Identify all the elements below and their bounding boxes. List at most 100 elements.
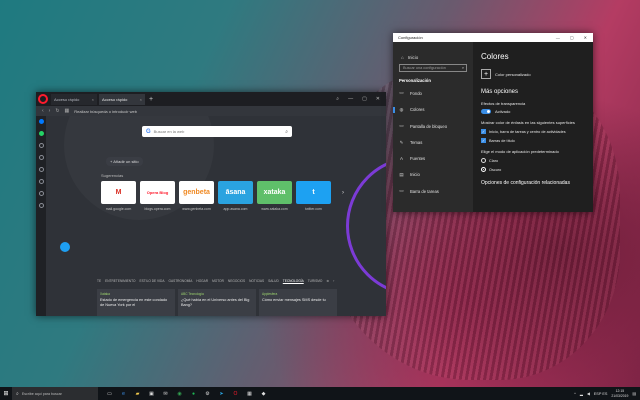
search-tabs-icon[interactable]: ⌕ xyxy=(336,96,339,102)
close-icon[interactable]: × xyxy=(92,97,94,102)
news-category-tab[interactable]: TECNOLOGÍA xyxy=(283,279,304,283)
edge-icon[interactable]: e xyxy=(120,390,127,397)
settings-nav-item[interactable]: ✎ Temas xyxy=(399,140,447,146)
volume-icon[interactable]: ◀ xyxy=(587,391,590,396)
transparency-toggle[interactable]: Activado xyxy=(481,109,585,114)
chrome-icon[interactable]: ◉ xyxy=(176,390,183,397)
grid-icon[interactable]: ▦ xyxy=(65,108,70,114)
speed-dial-gmail[interactable]: M mail.google.com xyxy=(101,181,136,211)
reload-icon[interactable]: ↻ xyxy=(55,108,59,114)
forward-icon[interactable]: › xyxy=(49,108,51,114)
tab-speed-dial-1[interactable]: Acceso rápido × xyxy=(51,93,97,105)
chevron-right-icon[interactable]: › xyxy=(333,279,334,283)
heart-icon[interactable] xyxy=(38,179,44,184)
tab-bar: Acceso rápido × Acceso rápido × + ⌕ — ▢ … xyxy=(36,92,386,106)
mode-dark-radio[interactable]: Oscuro xyxy=(481,167,585,172)
settings-nav-item[interactable]: ▤ Inicio xyxy=(399,172,447,178)
speed-dial-opera-blog[interactable]: Opera Blog blogs.opera.com xyxy=(140,181,175,211)
news-category-tab[interactable]: HOGAR xyxy=(196,279,208,283)
opera-icon[interactable]: O xyxy=(232,390,239,397)
news-category-tab[interactable]: SALUD xyxy=(268,279,279,283)
settings-search-input[interactable]: Buscar una configuración ⌕ xyxy=(399,64,467,72)
back-icon[interactable]: ‹ xyxy=(42,108,44,114)
taskbar-search[interactable]: ⌕ Escribe aquí para buscar xyxy=(12,387,98,400)
file-explorer-icon[interactable]: ▰ xyxy=(134,390,141,397)
history-icon[interactable] xyxy=(38,191,44,196)
new-tab-icon[interactable]: + xyxy=(149,96,153,103)
news-category-tab[interactable]: NOTICIAS xyxy=(249,279,264,283)
checkmark-icon[interactable]: ✓ xyxy=(481,129,486,134)
store-icon[interactable]: ▣ xyxy=(148,390,155,397)
opera-menu-icon[interactable] xyxy=(38,94,48,104)
start-taskbar-checkbox[interactable]: ✓ Inicio, barra de tareas y centro de ac… xyxy=(481,129,585,134)
app-icon[interactable]: ◆ xyxy=(260,390,267,397)
chevron-right-icon[interactable]: › xyxy=(342,190,344,196)
task-view-icon[interactable]: ▭ xyxy=(106,390,113,397)
radio-button[interactable] xyxy=(481,158,486,163)
news-source: Xataka xyxy=(100,292,110,296)
mail-icon[interactable]: ✉ xyxy=(162,390,169,397)
settings-nav-item[interactable]: ▭ Barra de tareas xyxy=(399,188,447,194)
news-category-tab[interactable]: NEGOCIOS xyxy=(228,279,245,283)
suggestions-heading: Sugerencias xyxy=(101,173,124,178)
settings-app-icon[interactable]: ⚙ xyxy=(204,390,211,397)
settings-nav-item[interactable]: ▭ Fondo xyxy=(399,90,447,96)
minimize-icon[interactable]: — xyxy=(348,96,353,102)
news-category-tab[interactable]: GASTRONOMÍA xyxy=(168,279,192,283)
speed-dial-asana[interactable]: āsana app.asana.com xyxy=(218,181,253,211)
taskbar-search-input[interactable]: Escribe aquí para buscar xyxy=(22,392,62,396)
news-card[interactable]: ABC Tecnología ¿Qué había en el Universo… xyxy=(178,289,256,316)
settings-window[interactable]: Configuración — ▢ ✕ ⌂ Inicio Buscar una … xyxy=(393,33,593,212)
custom-color-button[interactable]: + Color personalizado xyxy=(481,69,585,79)
add-site-button[interactable]: + Añadir un sitio xyxy=(106,157,143,166)
web-search-box[interactable]: G Buscar en la web ⌕ xyxy=(142,126,292,137)
start-button[interactable]: ⊞ xyxy=(0,387,12,400)
toggle-switch[interactable] xyxy=(481,109,491,114)
minimize-icon[interactable]: — xyxy=(556,35,560,40)
address-input[interactable]: Realizar búsqueda o introducir web xyxy=(74,109,137,114)
mode-light-radio[interactable]: Claro xyxy=(481,158,585,163)
news-category-tab[interactable]: MOTOR xyxy=(212,279,224,283)
clock[interactable]: 12:15 21/03/2019 xyxy=(611,389,628,397)
camera-icon[interactable] xyxy=(38,143,44,148)
telegram-icon[interactable]: ➤ xyxy=(218,390,225,397)
search-icon[interactable]: ⌕ xyxy=(285,129,288,135)
news-card[interactable]: Applesfera Cómo enviar mensajes SMS desd… xyxy=(259,289,337,316)
maximize-icon[interactable]: ▢ xyxy=(362,96,367,102)
title-bars-checkbox[interactable]: ✓ Barras de título xyxy=(481,138,585,143)
tab-speed-dial-2[interactable]: Acceso rápido × xyxy=(99,93,145,105)
maximize-icon[interactable]: ▢ xyxy=(570,35,574,40)
network-icon[interactable]: ▂ xyxy=(580,391,583,396)
close-icon[interactable]: ✕ xyxy=(584,35,587,40)
news-category-tab[interactable]: ENTRETENIMIENTO xyxy=(105,279,135,283)
whatsapp-icon[interactable] xyxy=(38,131,44,136)
settings-nav-item[interactable]: ▭ Pantalla de bloqueo xyxy=(399,123,447,129)
spotify-icon[interactable]: ● xyxy=(190,390,197,397)
speed-dial-genbeta[interactable]: genbeta www.genbeta.com xyxy=(179,181,214,211)
news-category-tab[interactable]: ESTILO DE VIDA xyxy=(139,279,164,283)
checkmark-icon[interactable]: ✓ xyxy=(481,138,486,143)
news-category-tab[interactable]: TURISMO xyxy=(308,279,323,283)
gear-icon[interactable]: ⚙ xyxy=(326,279,329,283)
language-indicator[interactable]: ESP ES xyxy=(594,392,608,396)
settings-nav-item[interactable]: A Fuentes xyxy=(399,156,447,161)
news-category-tab[interactable]: TE xyxy=(97,279,101,283)
send-icon[interactable] xyxy=(38,155,44,160)
speed-dial-twitter[interactable]: t twitter.com xyxy=(296,181,331,211)
news-card[interactable]: Xataka Estado de emergencia en este cond… xyxy=(97,289,175,316)
dial-tile: M xyxy=(101,181,136,204)
grid-icon[interactable] xyxy=(38,167,44,172)
radio-button-selected[interactable] xyxy=(481,167,486,172)
settings-home-link[interactable]: ⌂ Inicio xyxy=(401,55,418,60)
close-icon[interactable]: ✕ xyxy=(376,96,380,102)
notifications-icon[interactable]: ▤ xyxy=(632,391,636,396)
chevron-up-icon[interactable]: ^ xyxy=(574,392,576,396)
search-input[interactable]: Buscar en la web xyxy=(154,129,185,134)
extensions-icon[interactable] xyxy=(38,203,44,208)
messenger-icon[interactable] xyxy=(38,119,44,124)
close-icon[interactable]: × xyxy=(140,97,142,102)
opera-browser-window[interactable]: Acceso rápido × Acceso rápido × + ⌕ — ▢ … xyxy=(36,92,386,316)
photos-icon[interactable]: ▦ xyxy=(246,390,253,397)
speed-dial-xataka[interactable]: xataka www.xataka.com xyxy=(257,181,292,211)
settings-nav-item[interactable]: ◍ Colores xyxy=(393,106,447,113)
